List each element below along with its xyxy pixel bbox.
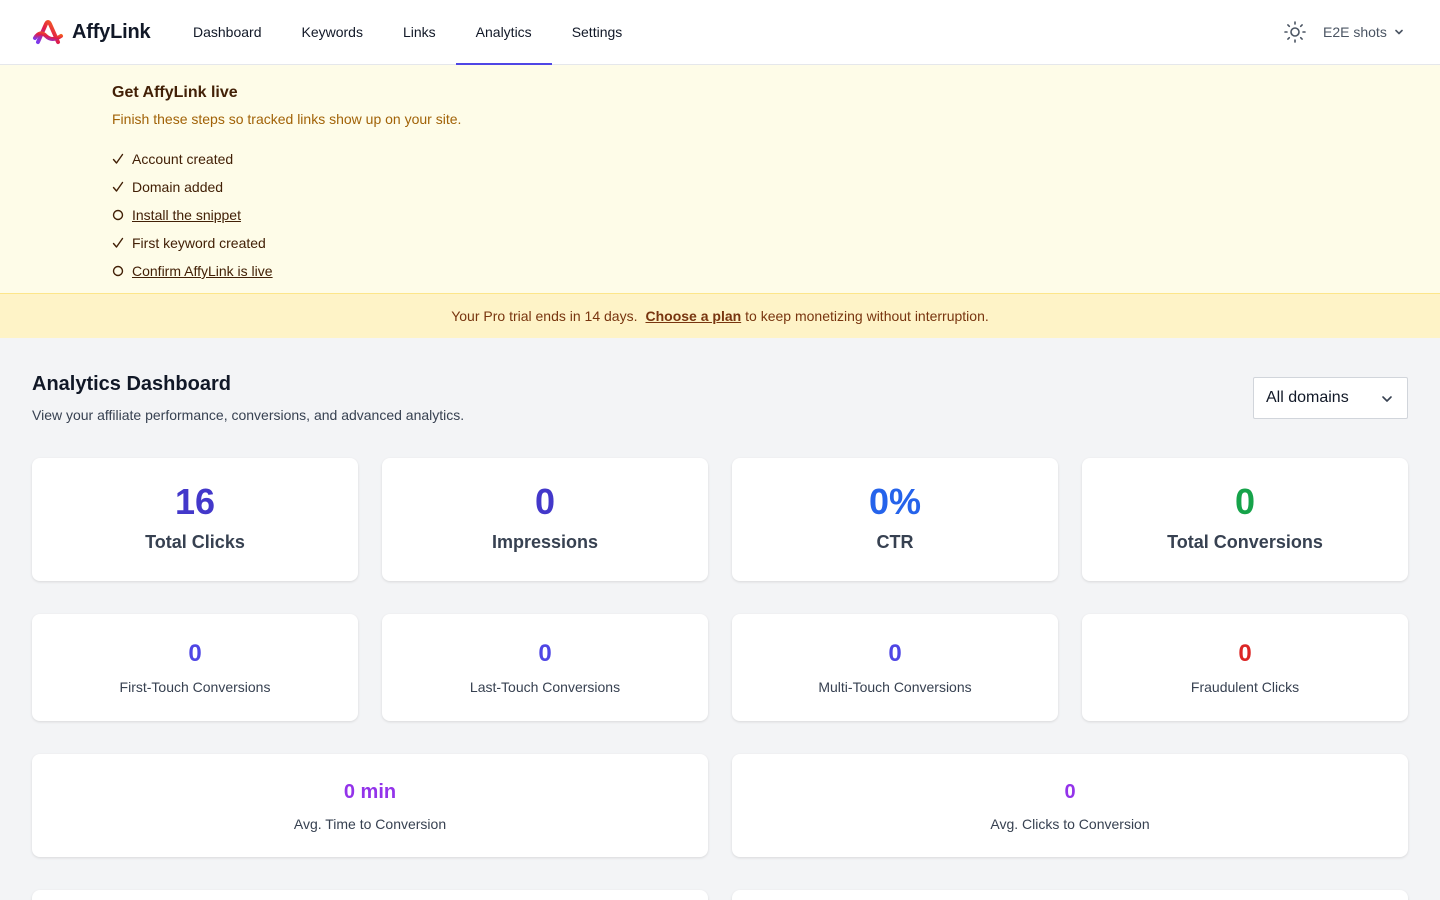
stat-value: 0 (1234, 481, 1256, 522)
stat-label: Multi-Touch Conversions (818, 679, 972, 695)
stat-label: First-Touch Conversions (119, 679, 271, 695)
nav-item-keywords[interactable]: Keywords (282, 0, 383, 64)
stat-value: 0 (888, 640, 902, 667)
step-install-snippet: Install the snippet (112, 201, 273, 229)
choose-plan-link[interactable]: Choose a plan (645, 308, 741, 324)
trial-suffix: to keep monetizing without interruption. (745, 308, 989, 324)
step-confirm-live: Confirm AffyLink is live (112, 257, 273, 285)
analytics-card (732, 890, 1408, 900)
step-label: Domain added (132, 179, 224, 195)
top-nav: AffyLink Dashboard Keywords Links Analyt… (0, 0, 1440, 65)
stat-label: CTR (876, 532, 914, 552)
trial-banner: Your Pro trial ends in 14 days. Choose a… (0, 294, 1440, 338)
check-icon (112, 153, 132, 165)
domain-filter-value: All domains (1266, 389, 1349, 406)
domain-filter-select[interactable]: All domains (1253, 377, 1408, 419)
stat-card-impressions: 0 Impressions (382, 458, 708, 581)
stat-value: 0% (868, 481, 922, 522)
stat-card-total-clicks: 16 Total Clicks (32, 458, 358, 581)
onboarding-title: Get AffyLink live (112, 84, 238, 101)
step-label: Account created (132, 151, 234, 167)
stat-label: Fraudulent Clicks (1190, 679, 1300, 695)
stat-value: 16 (174, 481, 216, 522)
trial-text: Your Pro trial ends in 14 days. (451, 308, 638, 324)
stat-value: 0 (1238, 640, 1252, 667)
circle-icon (112, 265, 132, 277)
logo[interactable]: AffyLink (32, 17, 151, 47)
stat-label: Avg. Time to Conversion (293, 816, 447, 832)
stat-card-fraudulent-clicks: 0 Fraudulent Clicks (1082, 614, 1408, 721)
stat-card-avg-time: 0 min Avg. Time to Conversion (32, 754, 708, 857)
chevron-down-icon (1382, 396, 1392, 402)
stat-card-last-touch: 0 Last-Touch Conversions (382, 614, 708, 721)
step-domain-added: Domain added (112, 173, 273, 201)
stat-card-multi-touch: 0 Multi-Touch Conversions (732, 614, 1058, 721)
nav-item-links[interactable]: Links (383, 0, 456, 64)
confirm-live-link[interactable]: Confirm AffyLink is live (132, 263, 273, 279)
page-subtitle: View your affiliate performance, convers… (32, 407, 465, 423)
stat-label: Impressions (491, 532, 599, 552)
stat-card-total-conversions: 0 Total Conversions (1082, 458, 1408, 581)
nav-item-analytics[interactable]: Analytics (455, 0, 552, 65)
stat-value: 0 min (343, 781, 397, 803)
check-icon (112, 237, 132, 249)
check-icon (112, 181, 132, 193)
chevron-down-icon (1395, 29, 1403, 35)
account-menu[interactable]: E2E shots (1323, 22, 1405, 42)
main-nav: Dashboard Keywords Links Analytics Setti… (173, 0, 643, 65)
stat-value: 0 (538, 640, 552, 667)
sun-icon (1284, 21, 1306, 43)
onboarding-steps: Account created Domain added Install the… (112, 145, 273, 285)
onboarding-panel: Get AffyLink live Finish these steps so … (0, 65, 1440, 294)
step-first-keyword: First keyword created (112, 229, 273, 257)
stat-value: 0 (188, 640, 202, 667)
nav-item-dashboard[interactable]: Dashboard (173, 0, 282, 64)
stat-label: Total Conversions (1167, 532, 1323, 552)
theme-toggle-button[interactable] (1283, 20, 1307, 44)
stat-value: 0 (1064, 781, 1076, 803)
page-title: Analytics Dashboard (32, 373, 231, 395)
onboarding-subtitle: Finish these steps so tracked links show… (112, 111, 462, 127)
stat-card-avg-clicks: 0 Avg. Clicks to Conversion (732, 754, 1408, 857)
stat-label: Avg. Clicks to Conversion (990, 816, 1150, 832)
step-label: First keyword created (132, 235, 266, 251)
stat-card-ctr: 0% CTR (732, 458, 1058, 581)
account-label: E2E shots (1323, 24, 1387, 40)
nav-item-settings[interactable]: Settings (552, 0, 643, 64)
analytics-card (32, 890, 708, 900)
affylink-logo-icon (33, 20, 63, 44)
stat-card-first-touch: 0 First-Touch Conversions (32, 614, 358, 721)
stat-value: 0 (534, 481, 556, 522)
step-account-created: Account created (112, 145, 273, 173)
stat-label: Total Clicks (145, 532, 245, 552)
install-snippet-link[interactable]: Install the snippet (132, 207, 241, 223)
stat-label: Last-Touch Conversions (469, 679, 621, 695)
circle-icon (112, 209, 132, 221)
logo-text: AffyLink (72, 20, 151, 43)
